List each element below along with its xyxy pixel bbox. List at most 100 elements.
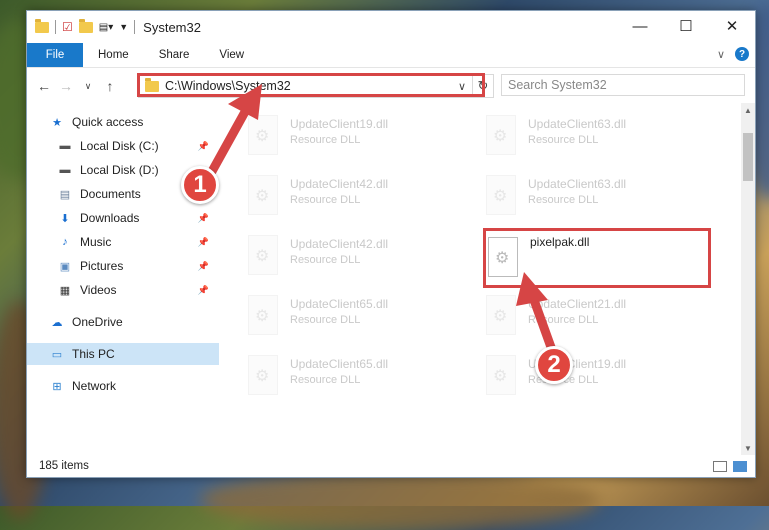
tab-file[interactable]: File [27, 43, 83, 67]
dll-file-icon [248, 235, 278, 275]
ribbon-tabs: File Home Share View ∨ ? [27, 43, 755, 67]
file-name: UpdateClient63.dll [528, 177, 627, 191]
file-name: UpdateClient42.dll [290, 237, 389, 251]
vertical-scrollbar[interactable]: ▲ ▼ [741, 103, 755, 455]
sidebar-item-label: Videos [80, 283, 117, 297]
sidebar-item-label: Network [72, 379, 117, 393]
sidebar-item-label: Pictures [80, 259, 124, 273]
file-name: UpdateClient65.dll [290, 297, 389, 311]
file-item[interactable]: UpdateClient42.dll Resource DLL [220, 231, 440, 281]
music-icon: ♪ [62, 236, 68, 248]
dll-file-icon [486, 355, 516, 395]
address-path: C:\Windows\System32 [165, 79, 291, 93]
pin-icon[interactable]: 📌 [198, 285, 209, 296]
file-type: Resource DLL [528, 314, 599, 326]
download-icon: ⬇ [60, 212, 70, 225]
sidebar-item-local-disk-c[interactable]: ▬ Local Disk (C:) 📌 [27, 135, 219, 157]
star-icon: ★ [52, 116, 62, 129]
folder-icon [35, 18, 49, 33]
content-area: ★ Quick access ▬ Local Disk (C:) 📌 ▬ Loc… [27, 103, 755, 455]
file-type: Resource DLL [290, 134, 361, 146]
pin-icon[interactable]: 📌 [198, 141, 209, 152]
back-arrow-icon[interactable]: ← [33, 78, 55, 94]
tab-view[interactable]: View [204, 43, 259, 67]
search-placeholder: Search System32 [508, 78, 607, 92]
forward-arrow-icon[interactable]: → [55, 78, 77, 94]
up-arrow-icon[interactable]: ↑ [99, 78, 121, 94]
file-item[interactable]: UpdateClient65.dll Resource DLL [220, 351, 440, 401]
toolbar-divider [55, 20, 56, 34]
file-type: Resource DLL [528, 194, 599, 206]
quick-access-toolbar: ☑ ▤▾ ▼ [27, 18, 136, 34]
file-item[interactable]: UpdateClient63.dll Resource DLL [458, 111, 678, 161]
sidebar-item-label: Local Disk (C:) [80, 139, 159, 153]
file-item[interactable]: UpdateClient42.dll Resource DLL [220, 171, 440, 221]
toolbar-divider [134, 20, 136, 34]
tab-share[interactable]: Share [144, 43, 205, 67]
pin-icon[interactable]: 📌 [198, 213, 209, 224]
sidebar-item-onedrive[interactable]: ☁ OneDrive [27, 311, 219, 333]
new-folder-icon[interactable] [78, 18, 93, 33]
sidebar-item-music[interactable]: ♪ Music 📌 [27, 231, 219, 253]
dll-file-icon [486, 295, 516, 335]
maximize-button[interactable]: ☐ [663, 11, 709, 41]
pin-icon[interactable]: 📌 [198, 237, 209, 248]
callout-step-2: 2 [535, 346, 573, 384]
folder-icon [145, 77, 159, 92]
file-name: UpdateClient19.dll [290, 117, 389, 131]
window-title: System32 [143, 19, 201, 35]
close-button[interactable]: ✕ [709, 11, 755, 41]
customize-toolbar-icon[interactable]: ▤▾ [99, 22, 113, 33]
search-input[interactable]: Search System32 [501, 74, 745, 96]
address-dropdown-icon[interactable]: ∨ [452, 75, 472, 97]
minimize-button[interactable]: — [617, 11, 663, 41]
recent-locations-icon[interactable]: ∨ [77, 81, 99, 92]
sidebar-item-label: Music [80, 235, 112, 249]
file-item[interactable]: UpdateClient21.dll Resource DLL [458, 291, 678, 341]
window-controls: — ☐ ✕ [617, 11, 755, 41]
pin-icon[interactable]: 📌 [198, 261, 209, 272]
sidebar-item-this-pc[interactable]: ▭ This PC [27, 343, 219, 365]
scroll-thumb[interactable] [743, 133, 753, 181]
sidebar-item-pictures[interactable]: ▣ Pictures 📌 [27, 255, 219, 277]
navigation-pane: ★ Quick access ▬ Local Disk (C:) 📌 ▬ Loc… [27, 103, 219, 455]
sidebar-item-label: This PC [72, 347, 115, 361]
sidebar-item-label: Documents [80, 187, 141, 201]
dll-file-icon [248, 175, 278, 215]
sidebar-item-label: OneDrive [72, 315, 123, 329]
sidebar-item-label: Quick access [72, 115, 144, 129]
refresh-icon[interactable]: ↻ [472, 75, 493, 97]
sidebar-item-downloads[interactable]: ⬇ Downloads 📌 [27, 207, 219, 229]
file-type: Resource DLL [290, 314, 361, 326]
file-item[interactable]: UpdateClient19.dll Resource DLL [220, 111, 440, 161]
desktop-background [200, 470, 600, 530]
address-bar[interactable]: C:\Windows\System32 ∨ ↻ [138, 74, 494, 98]
dll-file-icon [486, 175, 516, 215]
documents-icon: ▤ [59, 188, 71, 201]
network-icon: ⊞ [52, 380, 62, 393]
file-name: UpdateClient42.dll [290, 177, 389, 191]
drive-icon: ▬ [59, 164, 71, 176]
chevron-down-icon[interactable]: ▼ [119, 22, 128, 32]
cloud-icon: ☁ [51, 316, 63, 329]
navigation-bar: ← → ∨ ↑ C:\Windows\System32 ∨ ↻ Search S… [27, 67, 755, 104]
tab-home[interactable]: Home [83, 43, 144, 67]
file-item[interactable]: UpdateClient65.dll Resource DLL [220, 291, 440, 341]
help-icon[interactable]: ? [735, 47, 749, 61]
dll-file-icon [248, 295, 278, 335]
sidebar-item-network[interactable]: ⊞ Network [27, 375, 219, 397]
large-icons-view-icon[interactable] [733, 461, 747, 472]
file-name: UpdateClient21.dll [528, 297, 627, 311]
file-item[interactable]: UpdateClient63.dll Resource DLL [458, 171, 678, 221]
scroll-down-icon[interactable]: ▼ [741, 441, 755, 455]
file-type: Resource DLL [290, 374, 361, 386]
details-view-icon[interactable] [713, 461, 727, 472]
sidebar-item-label: Local Disk (D:) [80, 163, 159, 177]
scroll-up-icon[interactable]: ▲ [741, 103, 755, 117]
dll-file-icon [486, 115, 516, 155]
properties-icon[interactable]: ☑ [62, 20, 73, 34]
sidebar-item-videos[interactable]: ▦ Videos 📌 [27, 279, 219, 301]
file-name: UpdateClient63.dll [528, 117, 627, 131]
sidebar-item-quick-access[interactable]: ★ Quick access [27, 111, 219, 133]
expand-ribbon-icon[interactable]: ∨ [717, 48, 725, 61]
